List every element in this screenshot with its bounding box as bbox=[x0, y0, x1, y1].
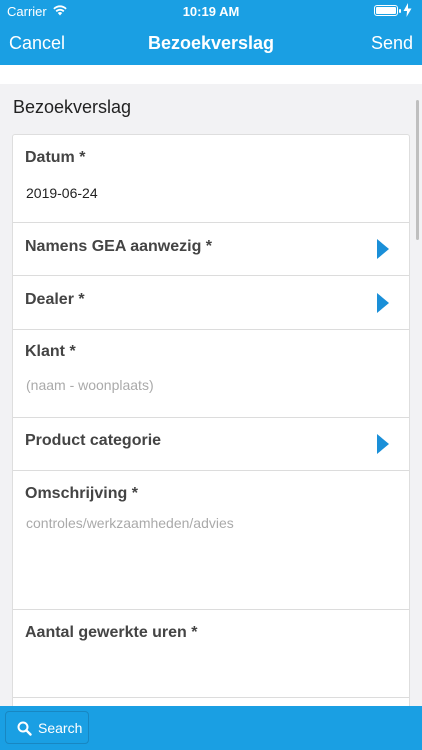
form-scroll-area[interactable]: Bezoekverslag Datum * 2019-06-24 Namens … bbox=[0, 65, 422, 706]
omschrijving-textarea[interactable]: controles/werkzaamheden/advies bbox=[26, 515, 234, 531]
field-namens-gea[interactable]: Namens GEA aanwezig * bbox=[13, 223, 409, 276]
field-klant[interactable]: Klant * (naam - woonplaats) bbox=[13, 330, 409, 418]
field-label: Namens GEA aanwezig * bbox=[25, 238, 213, 255]
field-aantal-uren[interactable]: Aantal gewerkte uren * bbox=[13, 610, 409, 698]
send-button[interactable]: Send bbox=[371, 33, 413, 54]
section-title: Bezoekverslag bbox=[13, 97, 132, 117]
field-label: Klant * bbox=[25, 343, 76, 360]
field-datum[interactable]: Datum * 2019-06-24 bbox=[13, 135, 409, 223]
bottom-toolbar: Search bbox=[0, 706, 422, 750]
field-label: Datum * bbox=[25, 149, 86, 166]
scrollbar[interactable] bbox=[416, 100, 419, 240]
chevron-right-icon bbox=[377, 293, 389, 313]
search-label: Search bbox=[38, 720, 83, 736]
search-icon bbox=[17, 721, 32, 736]
field-label: Dealer * bbox=[25, 291, 85, 308]
field-label: Aantal gewerkte uren * bbox=[25, 624, 198, 641]
datum-value[interactable]: 2019-06-24 bbox=[26, 185, 98, 201]
chevron-right-icon bbox=[377, 434, 389, 454]
search-button[interactable]: Search bbox=[5, 711, 89, 744]
field-product-categorie[interactable]: Product categorie bbox=[13, 418, 409, 471]
field-omschrijving[interactable]: Omschrijving * controles/werkzaamheden/a… bbox=[13, 471, 409, 610]
form-card: Datum * 2019-06-24 Namens GEA aanwezig *… bbox=[12, 134, 410, 706]
klant-input[interactable]: (naam - woonplaats) bbox=[26, 377, 154, 393]
chevron-right-icon bbox=[377, 239, 389, 259]
field-label: Omschrijving * bbox=[25, 485, 138, 502]
field-label: Product categorie bbox=[25, 432, 162, 449]
battery-icon bbox=[374, 5, 401, 16]
status-bar: Carrier 10:19 AM bbox=[0, 0, 422, 22]
page-title: Bezoekverslag bbox=[147, 33, 275, 53]
clock: 10:19 AM bbox=[182, 4, 240, 19]
navigation-bar: Cancel Bezoekverslag Send bbox=[0, 22, 422, 65]
field-dealer[interactable]: Dealer * bbox=[13, 276, 409, 330]
charging-icon bbox=[403, 3, 412, 17]
